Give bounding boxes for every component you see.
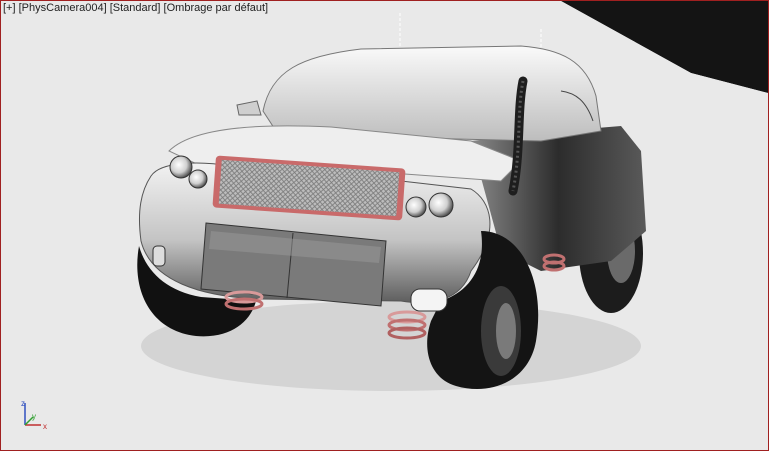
headlight-left-inner [188, 169, 208, 189]
axis-z-label: z [21, 399, 25, 408]
viewport-shading-mode-label[interactable]: [Ombrage par défaut] [164, 2, 269, 14]
fog-lamp [410, 288, 448, 312]
headlight-right-inner [405, 196, 427, 218]
axis-y-label: y [32, 412, 36, 421]
axis-x-label: x [43, 422, 47, 431]
rendered-scene [1, 1, 768, 450]
viewport-labels: [+] [PhysCamera004] [Standard] [Ombrage … [3, 2, 268, 14]
headlight-left-outer [169, 155, 193, 179]
viewport-camera-label[interactable]: [PhysCamera004] [19, 2, 107, 14]
viewport-shading-preset-label[interactable]: [Standard] [110, 2, 161, 14]
viewport-camera[interactable]: [+] [PhysCamera004] [Standard] [Ombrage … [0, 0, 769, 451]
side-marker [152, 245, 166, 267]
axis-gizmo: z y x [21, 399, 47, 431]
viewport-menu-button[interactable]: [+] [3, 2, 16, 14]
headlight-right-outer [428, 192, 454, 218]
